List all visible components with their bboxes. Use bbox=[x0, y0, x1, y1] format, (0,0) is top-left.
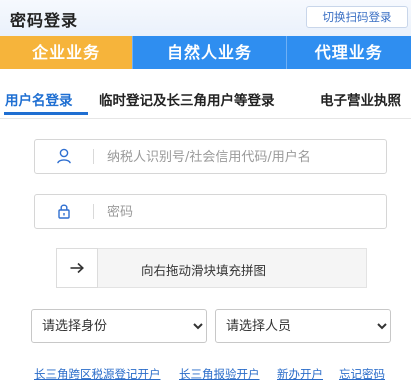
lock-icon bbox=[55, 202, 73, 220]
field-separator bbox=[93, 204, 94, 219]
field-separator bbox=[93, 149, 94, 164]
login-header: 密码登录 切换扫码登录 bbox=[0, 0, 411, 37]
link-cross-region-registration[interactable]: 长三角跨区税源登记开户 bbox=[34, 366, 161, 382]
tab-agent-business[interactable]: 代理业务 bbox=[285, 36, 411, 69]
link-new-account[interactable]: 新办开户 bbox=[277, 366, 323, 382]
password-input[interactable] bbox=[105, 200, 379, 224]
active-tab-indicator bbox=[4, 112, 88, 115]
user-icon bbox=[55, 147, 73, 165]
slider-instruction: 向右拖动滑块填充拼图 bbox=[141, 263, 267, 278]
business-tabs: 企业业务 自然人业务 代理业务 bbox=[0, 36, 411, 69]
slider-handle[interactable] bbox=[56, 248, 98, 288]
captcha-slider: 向右拖动滑块填充拼图 bbox=[56, 248, 367, 288]
tab-individual-business[interactable]: 自然人业务 bbox=[132, 36, 286, 69]
link-forgot-password[interactable]: 忘记密码 bbox=[339, 366, 385, 382]
username-input[interactable] bbox=[105, 145, 379, 169]
tab-electronic-business-license[interactable]: 电子营业执照 bbox=[320, 89, 401, 109]
tab-temporary-registration-login[interactable]: 临时登记及长三角用户等登录 bbox=[99, 89, 275, 109]
tab-username-login[interactable]: 用户名登录 bbox=[5, 89, 73, 109]
password-field bbox=[34, 194, 387, 229]
identity-select[interactable]: 请选择身份 bbox=[31, 309, 207, 343]
username-field bbox=[34, 139, 387, 174]
person-select[interactable]: 请选择人员 bbox=[215, 309, 391, 343]
link-inspection-account[interactable]: 长三角报验开户 bbox=[179, 366, 260, 382]
tab-enterprise-business[interactable]: 企业业务 bbox=[0, 36, 133, 69]
switch-qr-login-button[interactable]: 切换扫码登录 bbox=[306, 6, 408, 28]
page-title: 密码登录 bbox=[10, 11, 79, 30]
